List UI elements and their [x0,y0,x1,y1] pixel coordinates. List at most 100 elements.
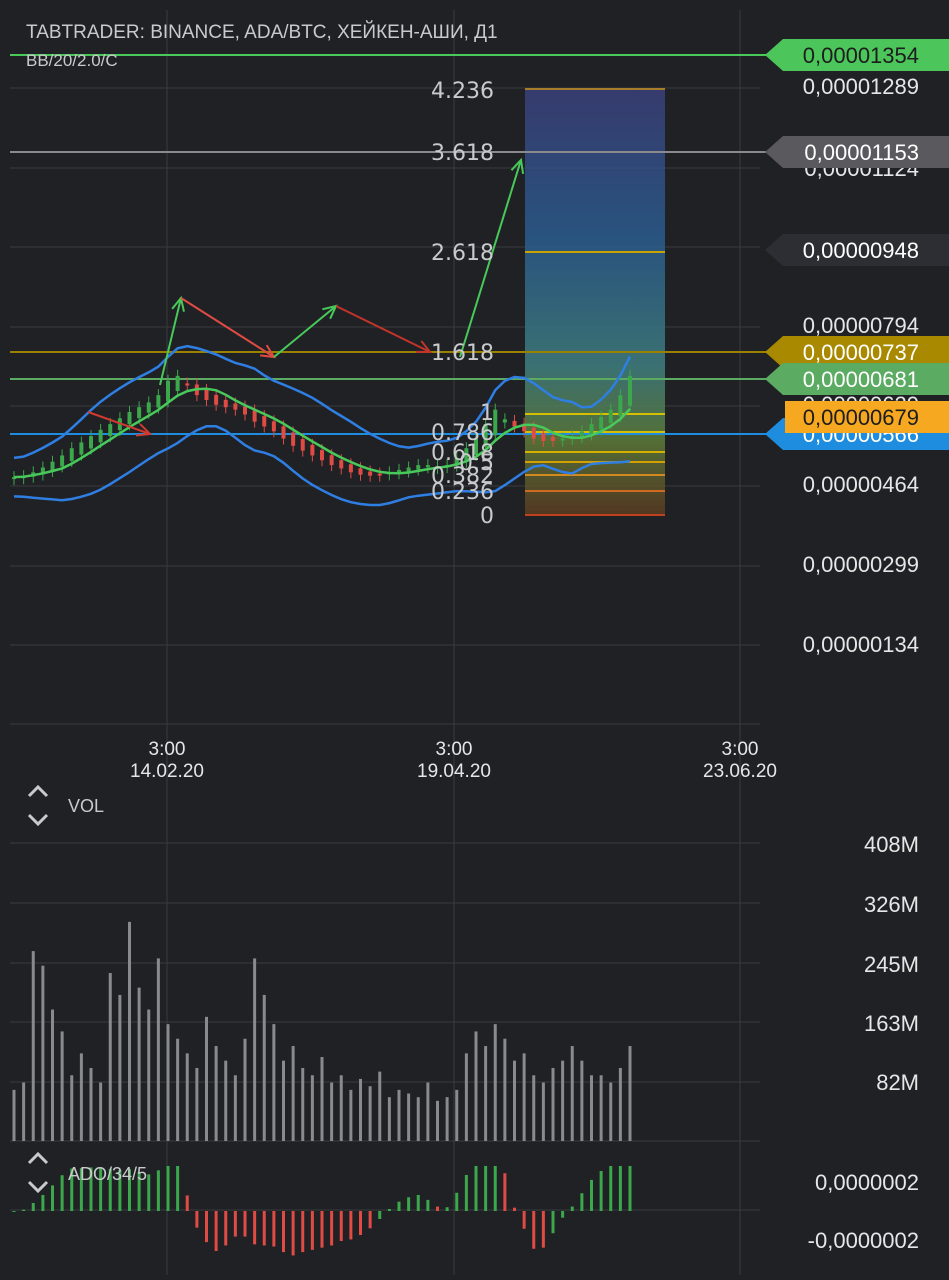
ado-bar [387,1209,391,1211]
candle-body [271,421,276,432]
volume-bar [513,1060,516,1141]
ado-panel: 0,0000002 -0,0000002 [12,1166,919,1256]
volume-bar [580,1060,584,1141]
volume-bar [262,994,266,1141]
candle-body [185,383,190,386]
ado-bar [359,1211,362,1235]
volume-bar [51,1009,54,1141]
ado-bar [484,1166,488,1211]
candle-body [127,412,132,425]
volume-bar [464,1053,468,1141]
ado-label: ADO/34/5 [68,1164,147,1184]
ado-bar [618,1166,622,1211]
volume-bar [195,1067,199,1141]
ado-bar [561,1211,565,1218]
volume-bar [185,1053,189,1141]
volume-bar [330,1082,334,1141]
volume-bar [503,1038,507,1141]
ado-tick-label: 0,0000002 [815,1170,919,1195]
candle-body [281,426,286,439]
volume-tick-label: 82M [876,1070,919,1095]
ado-bar [22,1209,26,1211]
volume-tick-label: 245M [864,952,919,977]
volume-bar [301,1067,305,1141]
candle-body [348,464,353,473]
volume-bar [426,1082,430,1141]
candle-body [599,416,604,430]
ado-bar [282,1211,285,1253]
volume-bar [541,1082,545,1141]
volume-bar [551,1067,555,1141]
ado-collapse-toggle[interactable] [27,1151,49,1194]
volume-bar [609,1082,613,1141]
price-tags: 0,00001354 0,00001153 0,00000948 0,00000737… [765,39,949,450]
volume-bar [618,1067,622,1141]
arrow-shaft [273,305,337,358]
price-tick-label: 0,00000134 [803,632,919,657]
candle-body [531,427,536,439]
volume-bar [484,1046,488,1141]
ado-bar [455,1192,459,1211]
fib-level-label: 3.618 [431,141,494,166]
volume-bar [89,1067,93,1141]
candle-body [406,467,411,472]
ado-bar [445,1207,449,1211]
ado-bar [224,1211,228,1246]
fib-level-label: 2.618 [431,241,494,266]
ado-bar [416,1195,420,1211]
ado-bar [12,1211,16,1212]
ado-bar [503,1173,507,1211]
ado-bar [60,1175,64,1211]
ado-bar [51,1185,54,1211]
ado-bar [310,1211,314,1250]
ado-bar [522,1211,526,1229]
candle-body [60,455,65,467]
ado-bar [214,1211,218,1251]
volume-bar [108,973,112,1141]
volume-tick-label: 326M [864,892,919,917]
candle-body [175,375,180,392]
ado-bar [41,1195,45,1211]
volume-collapse-toggle[interactable] [27,784,49,827]
candle-body [358,468,363,475]
ado-bar [368,1211,372,1229]
ado-bar [320,1211,324,1248]
volume-bar [272,1024,276,1141]
ado-bar [397,1201,401,1211]
time-tick-label: 3:00 [149,739,186,760]
ado-bar [176,1166,180,1211]
ado-bar [628,1166,632,1211]
ado-bar [272,1211,276,1247]
candle-body [79,442,84,455]
candle-body [262,416,267,427]
ado-bar [156,1170,160,1211]
volume-bar [205,1016,208,1141]
ado-bar [166,1166,170,1211]
volume-bar [445,1097,449,1141]
price-tag-label: 0,00000948 [803,238,919,263]
ado-bar [233,1211,237,1237]
candle-body [329,455,334,466]
ado-bar [590,1179,593,1211]
candle-body [628,375,632,406]
ado-bar [205,1211,208,1243]
volume-bar [493,1024,497,1141]
price-tick-label: 0,00000299 [803,552,919,577]
volume-bar [156,958,160,1141]
ado-bar [301,1211,305,1253]
candle-body [416,465,421,470]
candle-body [589,424,594,435]
price-tick-label: 0,00000464 [803,472,919,497]
ado-bar [599,1171,603,1211]
chart-canvas[interactable]: 4.2363.6182.6181.61810.7860.6180.50.3820… [0,0,949,1280]
candle-body [377,473,382,476]
volume-bar [233,1075,237,1141]
ado-tick-label: -0,0000002 [808,1228,919,1253]
price-tag-label: 0,00001354 [803,43,919,68]
chevron-down-icon [27,813,49,827]
volume-bar [522,1053,526,1141]
candle-body [512,420,517,427]
volume-bar [349,1089,353,1141]
ado-bar [580,1193,584,1211]
ado-bar [147,1174,151,1211]
